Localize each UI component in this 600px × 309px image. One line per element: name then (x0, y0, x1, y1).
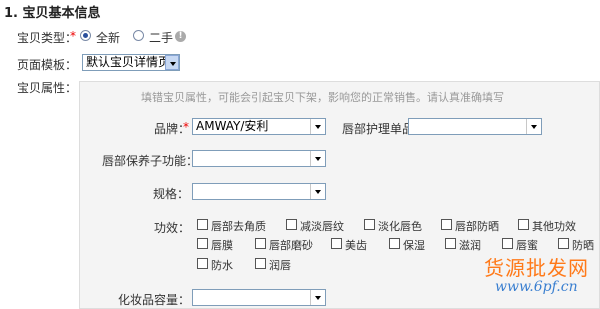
brand-select[interactable]: AMWAY/安利 (192, 118, 326, 135)
lip-function-select[interactable] (192, 150, 326, 167)
effect-label: 保湿 (403, 239, 425, 252)
effect-checkbox[interactable] (286, 219, 297, 230)
effect-label: 润唇 (269, 259, 291, 272)
lip-care-select[interactable] (408, 118, 542, 135)
effect-checkbox[interactable] (502, 238, 513, 249)
effect-checkbox[interactable] (558, 238, 569, 249)
effects-label: 功效： (154, 221, 191, 235)
chevron-down-icon (310, 119, 325, 134)
capacity-label: 化妆品容量： (118, 293, 191, 307)
brand-required-marker: * (183, 120, 189, 134)
page-template-select[interactable]: 默认宝贝详情页 (82, 54, 180, 71)
attributes-label: 宝贝属性： (17, 81, 78, 95)
effect-label: 美齿 (345, 239, 367, 252)
effect-checkbox[interactable] (255, 238, 266, 249)
effect-label: 唇部防晒 (455, 220, 499, 233)
effect-checkbox[interactable] (197, 219, 208, 230)
lip-care-label: 唇部护理单品 (342, 122, 415, 136)
item-type-label: 宝贝类型： (17, 31, 78, 45)
radio-new-label[interactable]: 全新 (96, 29, 120, 46)
help-icon[interactable]: ! (175, 31, 186, 42)
spec-select[interactable] (192, 183, 326, 200)
effect-label: 防晒 (572, 239, 594, 252)
chevron-down-icon (310, 151, 325, 166)
effect-label: 唇膜 (211, 239, 233, 252)
effect-checkbox[interactable] (518, 219, 529, 230)
lip-function-label: 唇部保养子功能： (102, 154, 199, 168)
radio-used[interactable] (133, 30, 144, 41)
required-marker: * (70, 29, 76, 43)
radio-used-label[interactable]: 二手 (149, 29, 173, 46)
attributes-hint: 填错宝贝属性，可能会引起宝贝下架，影响您的正常销售。请认真准确填写 (141, 91, 504, 104)
effect-label: 唇蜜 (516, 239, 538, 252)
effect-label: 防水 (211, 259, 233, 272)
effect-checkbox[interactable] (441, 219, 452, 230)
effect-label: 滋润 (459, 239, 481, 252)
effect-checkbox[interactable] (389, 238, 400, 249)
radio-new[interactable] (80, 30, 91, 41)
effect-label: 减淡唇纹 (300, 220, 344, 233)
effect-checkbox[interactable] (445, 238, 456, 249)
effect-checkbox[interactable] (255, 258, 266, 269)
watermark-logo-text: 货源批发网 (484, 256, 589, 280)
page-template-label: 页面模板： (17, 58, 78, 72)
effect-checkbox[interactable] (197, 238, 208, 249)
capacity-select[interactable] (192, 289, 326, 306)
effect-label: 唇部去角质 (211, 220, 266, 233)
chevron-down-icon (526, 119, 541, 134)
effect-checkbox[interactable] (331, 238, 342, 249)
effect-checkbox[interactable] (364, 219, 375, 230)
section-title: 1. 宝贝基本信息 (4, 6, 101, 21)
page-template-value: 默认宝贝详情页 (86, 55, 171, 69)
effect-label: 唇部磨砂 (269, 239, 313, 252)
chevron-down-icon (310, 290, 325, 305)
effect-label: 其他功效 (532, 220, 576, 233)
chevron-down-icon (310, 184, 325, 199)
spec-label: 规格： (153, 187, 190, 201)
chevron-down-icon (165, 55, 179, 70)
watermark-url: www.6pf.cn (495, 279, 578, 295)
effect-checkbox[interactable] (197, 258, 208, 269)
effect-label: 淡化唇色 (378, 220, 422, 233)
brand-value: AMWAY/安利 (196, 119, 269, 133)
